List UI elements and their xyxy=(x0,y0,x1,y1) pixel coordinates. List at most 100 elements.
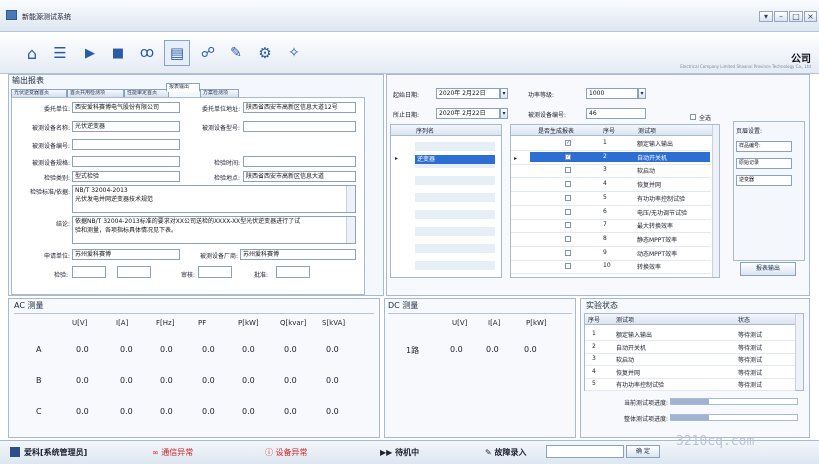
item-report-checkbox[interactable] xyxy=(565,222,571,229)
page-settings-title: 页眉设置: xyxy=(736,128,763,135)
item-name: 额定输入输出 xyxy=(637,141,674,148)
standard-textarea[interactable]: NB/T 32004-2013 光伏发电并网逆变器技术规范 xyxy=(72,185,356,213)
sample-no-field[interactable]: 样品编号: xyxy=(736,141,792,152)
client-address-field[interactable]: 陕西省西安市高新区信息大道12号 xyxy=(243,102,356,113)
item-name: 转换效率 xyxy=(637,264,662,272)
item-row-highlight[interactable] xyxy=(530,151,710,162)
end-date-label: 所止日期: xyxy=(393,112,420,119)
power-level-dropdown[interactable]: ▾ xyxy=(638,88,646,99)
ac-value: 0.0 xyxy=(202,376,215,385)
applicant-field[interactable]: 苏州爱科赛博 xyxy=(72,249,180,260)
test-time-field[interactable] xyxy=(243,156,356,167)
device-spec-label: 被测设备规格: xyxy=(31,160,70,167)
wrench-icon[interactable]: ✎ xyxy=(226,42,246,64)
start-date-dropdown[interactable]: ▾ xyxy=(500,88,508,99)
experiment-scrollbar[interactable] xyxy=(795,314,803,390)
test-place-field[interactable]: 陕西省西安市高新区信息大道 xyxy=(243,171,356,182)
row-divider xyxy=(511,245,711,247)
exp-state: 等待测试 xyxy=(738,332,763,339)
ac-value: 0.0 xyxy=(76,345,89,354)
item-report-checkbox[interactable] xyxy=(565,249,571,256)
confirm-button[interactable]: 确 定 xyxy=(626,445,660,458)
sequence-table-header xyxy=(391,125,501,136)
raw-record-field[interactable]: 原始记录 xyxy=(736,158,792,169)
fault-entry-input[interactable] xyxy=(546,445,624,458)
dc-channel-label: 1路 xyxy=(406,346,420,355)
sequence-row-selected[interactable]: 逆变器 xyxy=(415,155,495,164)
ac-value: 0.0 xyxy=(76,407,89,416)
item-number: 4 xyxy=(603,180,607,188)
inspector-field[interactable] xyxy=(72,266,106,278)
select-all-checkbox[interactable] xyxy=(690,114,696,120)
close-button[interactable]: × xyxy=(804,11,817,22)
inspector-date-field[interactable] xyxy=(117,266,151,278)
tab-report-export[interactable]: 报表输出 xyxy=(166,83,200,92)
row-divider xyxy=(511,204,711,206)
conclusion-scrollbar[interactable] xyxy=(346,217,355,243)
device-model-field[interactable] xyxy=(243,121,356,132)
maximize-button[interactable]: □ xyxy=(789,11,803,22)
list-icon[interactable]: ☰ xyxy=(50,42,70,64)
company-name: 公司 xyxy=(791,54,811,65)
device-id-label: 被测设备编号: xyxy=(528,112,567,119)
row-divider xyxy=(585,340,795,341)
item-report-checkbox[interactable] xyxy=(565,181,571,188)
device-type-field[interactable]: 逆变器 xyxy=(736,175,792,186)
dc-value: 0.0 xyxy=(450,345,463,354)
dc-title: DC 测量 xyxy=(388,301,419,310)
ac-column-header: P[kW] xyxy=(238,319,259,327)
end-date-field[interactable]: 2020年 2月22日 xyxy=(436,108,500,119)
start-date-field[interactable]: 2020年 2月22日 xyxy=(436,88,500,99)
item-report-checkbox[interactable] xyxy=(565,235,571,242)
binoculars-icon[interactable]: ꝏ xyxy=(137,42,157,64)
start-date-label: 起始日期: xyxy=(393,92,420,99)
menu-arrow-button[interactable]: ▾ xyxy=(759,11,773,22)
approver-field[interactable] xyxy=(276,266,310,278)
item-name: 最大转换效率 xyxy=(637,223,674,231)
device-name-field[interactable]: 光伏逆变器 xyxy=(72,121,180,132)
gear-icon[interactable]: ⚙ xyxy=(255,42,275,64)
exp-header-number: 序号 xyxy=(588,317,601,324)
ac-column-header: F[Hz] xyxy=(156,319,175,327)
test-type-label: 检验类别: xyxy=(43,175,70,182)
item-name: 自动开关机 xyxy=(637,154,668,162)
item-report-checkbox[interactable] xyxy=(565,167,571,174)
exp-state: 等待测试 xyxy=(738,369,763,377)
document-icon[interactable]: ▤ xyxy=(167,42,187,64)
users-icon[interactable]: ☍ xyxy=(198,42,218,64)
home-icon[interactable]: ⌂ xyxy=(22,42,42,64)
item-report-checkbox[interactable] xyxy=(565,208,571,215)
end-date-dropdown[interactable]: ▾ xyxy=(500,108,508,119)
reviewer-field[interactable] xyxy=(198,266,232,278)
exp-state: 等待测试 xyxy=(738,344,763,352)
minimize-button[interactable]: – xyxy=(774,11,788,22)
client-field[interactable]: 西安爱科赛博电气股份有限公司 xyxy=(72,102,180,113)
maker-field[interactable]: 苏州爱科赛博 xyxy=(240,249,356,260)
device-number-field[interactable] xyxy=(72,139,180,150)
test-type-field[interactable]: 型式检验 xyxy=(72,171,180,182)
item-report-checkbox[interactable] xyxy=(565,263,571,270)
power-level-field[interactable]: 1000 xyxy=(586,88,638,99)
title-bar: 新能源测试系统 ▾ – □ × xyxy=(0,0,819,32)
item-report-checkbox[interactable] xyxy=(565,194,571,201)
stop-icon[interactable]: ■ xyxy=(108,42,128,64)
conclusion-textarea[interactable]: 依据NB/T 32004-2013标准的要求对XX公司送检的XXXX-XX型光伏… xyxy=(72,216,356,244)
test-items-scrollbar[interactable] xyxy=(712,125,719,277)
ac-value: 0.0 xyxy=(160,376,173,385)
dc-value: 0.0 xyxy=(486,345,499,354)
wand-icon[interactable]: ✧ xyxy=(284,42,304,64)
device-model-label: 被测设备型号: xyxy=(201,125,240,132)
device-spec-field[interactable] xyxy=(72,156,180,167)
fast-forward-icon: ▶▶ xyxy=(380,448,393,457)
standard-scrollbar[interactable] xyxy=(346,186,355,212)
device-id-field[interactable]: 46 xyxy=(586,108,646,119)
total-progress-label: 整体测试项进度: xyxy=(623,416,668,423)
ac-value: 0.0 xyxy=(120,345,133,354)
item-report-checkbox[interactable]: ✓ xyxy=(565,153,571,160)
report-export-button[interactable]: 报表输出 xyxy=(740,262,796,276)
item-report-checkbox[interactable]: ✓ xyxy=(565,140,571,146)
ac-value: 0.0 xyxy=(284,407,297,416)
row-pointer-icon: ▸ xyxy=(395,155,399,162)
play-icon[interactable]: ▶ xyxy=(80,42,100,64)
dc-divider xyxy=(388,313,572,314)
